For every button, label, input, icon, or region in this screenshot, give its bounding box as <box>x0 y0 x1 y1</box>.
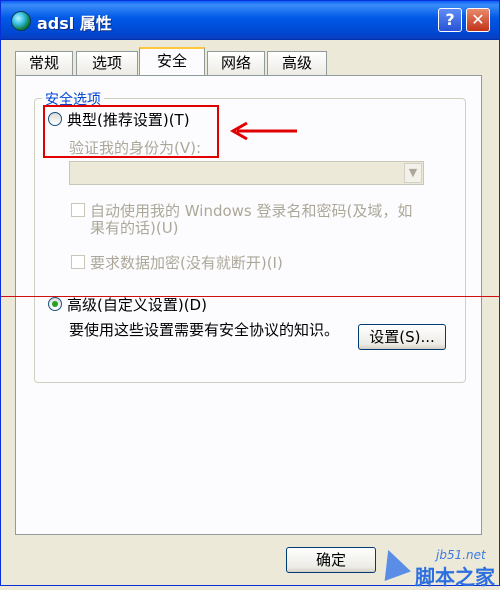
watermark-site: jb51.net <box>436 548 486 562</box>
radio-selected-dot <box>52 301 58 307</box>
tab-network[interactable]: 网络 <box>207 51 265 75</box>
tab-options[interactable]: 选项 <box>76 51 138 75</box>
ok-button[interactable]: 确定 <box>286 547 376 573</box>
tab-security[interactable]: 安全 <box>139 47 205 75</box>
auto-login-label-line2: 果有的话)(U) <box>90 219 179 237</box>
help-button[interactable]: ? <box>438 8 462 32</box>
settings-button[interactable]: 设置(S)... <box>358 324 446 350</box>
chevron-down-icon[interactable]: ▼ <box>404 163 422 183</box>
title-bar[interactable]: adsl 属性 ? ✕ <box>1 1 499 40</box>
close-button[interactable]: ✕ <box>466 8 490 32</box>
advanced-radio[interactable] <box>48 297 62 311</box>
tab-advanced[interactable]: 高级 <box>267 51 327 75</box>
network-globe-icon <box>11 11 31 31</box>
encryption-label: 要求数据加密(没有就断开)(I) <box>90 254 283 272</box>
highlight-box <box>43 105 219 158</box>
encryption-checkbox[interactable] <box>71 255 85 269</box>
watermark-logo-icon <box>375 545 411 581</box>
identity-dropdown[interactable]: ▼ <box>69 161 424 185</box>
advanced-description: 要使用这些设置需要有安全协议的知识。 <box>69 321 340 339</box>
red-arrow-icon <box>229 121 297 141</box>
properties-window: adsl 属性 ? ✕ 常规 选项 安全 网络 高级 安全选项 典型(推荐设置)… <box>0 0 500 589</box>
advanced-label[interactable]: 高级(自定义设置)(D) <box>67 294 207 315</box>
tab-general[interactable]: 常规 <box>15 51 73 75</box>
auto-login-checkbox[interactable] <box>71 203 85 217</box>
window-title: adsl 属性 <box>37 14 112 33</box>
